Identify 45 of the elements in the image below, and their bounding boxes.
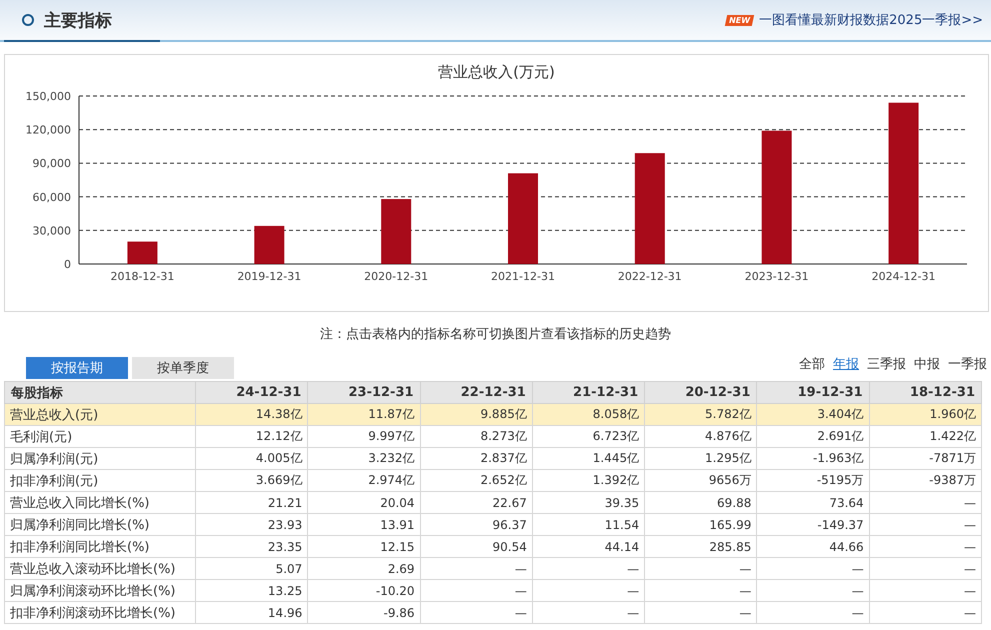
column-header: 18-12-31 [869, 382, 982, 404]
x-tick-label: 2023-12-31 [744, 270, 808, 283]
metric-name[interactable]: 扣非净利润滚动环比增长(%) [4, 602, 196, 624]
y-tick-label: 90,000 [32, 157, 70, 170]
tab[interactable]: 按单季度 [132, 357, 234, 379]
x-tick-label: 2019-12-31 [236, 270, 301, 283]
column-header: 23-12-31 [308, 382, 420, 404]
table-cell: — [420, 602, 532, 624]
x-tick-label: 2018-12-31 [110, 270, 174, 283]
table-cell: — [532, 602, 645, 624]
report-link[interactable]: 一图看懂最新财报数据2025一季报>> [759, 11, 983, 29]
x-tick-label: 2020-12-31 [364, 270, 428, 283]
column-header: 24-12-31 [196, 382, 308, 404]
bar [126, 242, 157, 264]
bar [254, 226, 284, 264]
table-cell: — [644, 602, 757, 624]
bar [380, 199, 411, 264]
period-link[interactable]: 年报 [833, 355, 859, 373]
period-link[interactable]: 一季报 [948, 355, 987, 373]
section-title: 主要指标 [44, 10, 112, 32]
y-tick-label: 120,000 [25, 124, 70, 137]
column-header: 21-12-31 [532, 382, 645, 404]
column-header: 19-12-31 [756, 382, 870, 404]
table-cell: 14.96 [196, 602, 308, 624]
new-badge: NEW [724, 14, 754, 26]
table-cell: — [869, 602, 982, 624]
circle-icon [22, 14, 34, 26]
chart-title: 营业总收入(万元) [438, 63, 555, 82]
x-tick-label: 2022-12-31 [617, 270, 682, 283]
x-tick-label: 2021-12-31 [490, 270, 554, 283]
y-tick-label: 150,000 [25, 90, 70, 103]
x-tick-label: 2024-12-31 [871, 270, 936, 283]
table-cell: -9.86 [308, 602, 420, 624]
column-header: 22-12-31 [420, 382, 532, 404]
column-header: 每股指标 [4, 382, 196, 404]
tab[interactable]: 按报告期 [26, 357, 128, 379]
column-header: 20-12-31 [644, 382, 757, 404]
y-tick-label: 60,000 [32, 190, 70, 204]
period-link[interactable]: 中报 [914, 355, 940, 373]
y-tick-label: 30,000 [32, 224, 70, 238]
note-text: 注：点击表格内的指标名称可切换图片查看该指标的历史趋势 [319, 326, 672, 344]
y-tick-label: 0 [64, 258, 70, 271]
period-link[interactable]: 三季报 [867, 355, 906, 373]
table-cell: — [756, 602, 870, 624]
period-link[interactable]: 全部 [799, 355, 825, 373]
